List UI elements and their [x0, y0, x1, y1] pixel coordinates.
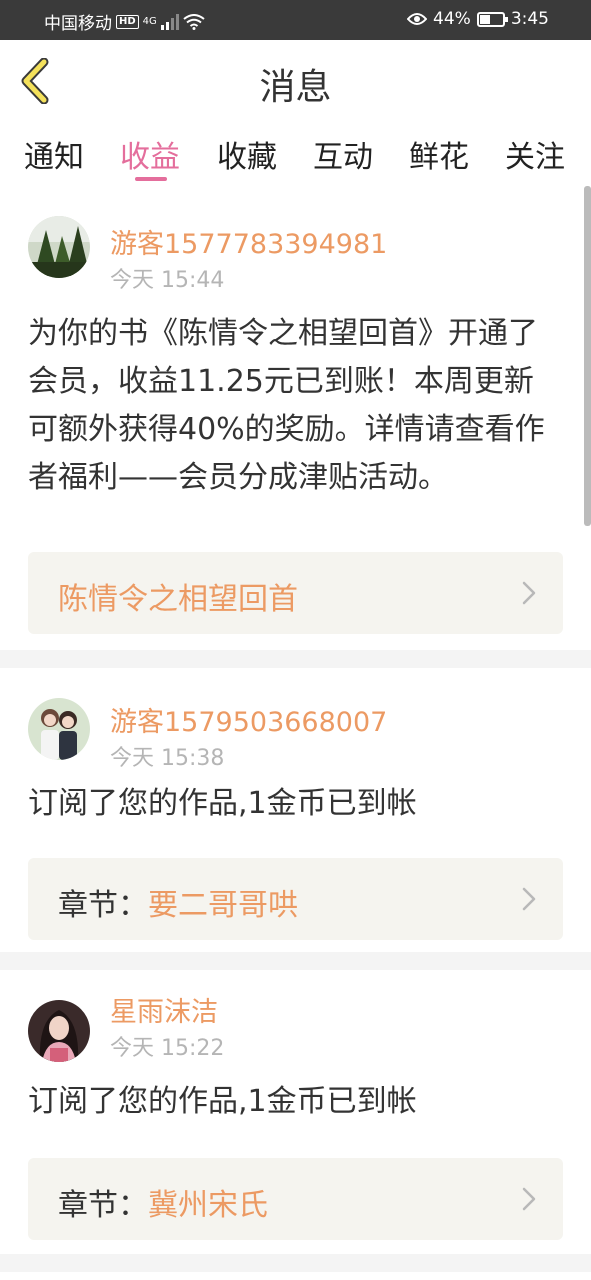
username[interactable]: 星雨沫洁: [110, 990, 218, 1029]
avatar[interactable]: [28, 216, 90, 278]
tab-bar: 通知 收益 收藏 互动 鲜花 关注: [0, 122, 591, 184]
hd-badge: HD: [116, 14, 139, 29]
status-right: 44% 3:45: [407, 9, 549, 29]
tab-earnings[interactable]: 收益: [120, 132, 180, 176]
network-label: 4G: [142, 16, 157, 27]
timestamp: 今天 15:22: [110, 1036, 225, 1061]
chapter-prefix: 章节：: [58, 888, 148, 923]
eye-comfort-icon: [407, 13, 428, 25]
chapter-link-text: 章节：要二哥哥哄: [58, 880, 298, 924]
signal-icon: [160, 13, 179, 30]
wifi-icon: [183, 13, 205, 30]
chapter-prefix: 章节：: [58, 1188, 148, 1223]
username[interactable]: 游客1579503668007: [110, 700, 387, 739]
tab-interactions[interactable]: 互动: [313, 132, 373, 176]
tab-notifications[interactable]: 通知: [24, 132, 84, 176]
status-bar: 中国移动 HD 4G 44% 3:45: [0, 0, 591, 40]
message-content: 订阅了您的作品,1金币已到帐: [28, 1084, 417, 1119]
avatar[interactable]: [28, 698, 90, 760]
message-card: 游客1577783394981 今天 15:44 为你的书《陈情令之相望回首》开…: [0, 186, 591, 650]
timestamp: 今天 15:44: [110, 268, 225, 293]
avatar-image: [28, 1000, 90, 1062]
chevron-right-icon: [522, 581, 536, 605]
message-card: 游客1579503668007 今天 15:38 订阅了您的作品,1金币已到帐 …: [0, 668, 591, 952]
divider: [0, 650, 591, 668]
avatar-image: [28, 698, 90, 760]
message-content: 为你的书《陈情令之相望回首》开通了会员，收益11.25元已到账！本周更新可额外获…: [28, 316, 545, 495]
chapter-title: 要二哥哥哄: [148, 888, 298, 923]
battery-fill: [479, 14, 490, 24]
page-title: 消息: [259, 67, 332, 108]
message-card: 星雨沫洁 今天 15:22 订阅了您的作品,1金币已到帐 章节：冀州宋氏: [0, 970, 591, 1254]
carrier-label: 中国移动: [44, 14, 112, 34]
divider: [0, 952, 591, 970]
book-link-text: 陈情令之相望回首: [58, 574, 298, 618]
book-title: 陈情令之相望回首: [58, 582, 298, 617]
battery-percent: 44%: [433, 9, 471, 29]
divider: [0, 1254, 591, 1272]
tab-follows[interactable]: 关注: [505, 132, 565, 176]
tab-flowers[interactable]: 鲜花: [409, 132, 469, 176]
chevron-right-icon: [522, 1187, 536, 1211]
chevron-right-icon: [522, 887, 536, 911]
header: 消息: [0, 40, 591, 120]
battery-icon: [476, 11, 508, 27]
status-left: 中国移动 HD 4G: [44, 9, 205, 34]
active-tab-indicator: [135, 177, 167, 181]
clock: 3:45: [510, 9, 549, 29]
chapter-link-text: 章节：冀州宋氏: [58, 1180, 268, 1224]
tab-favorites[interactable]: 收藏: [217, 132, 277, 176]
chapter-title: 冀州宋氏: [148, 1188, 268, 1223]
chapter-link[interactable]: 章节：冀州宋氏: [28, 1158, 563, 1240]
timestamp: 今天 15:38: [110, 746, 225, 771]
avatar-image: [28, 216, 90, 278]
scrollbar[interactable]: [584, 186, 591, 526]
book-link[interactable]: 陈情令之相望回首: [28, 552, 563, 634]
message-content: 订阅了您的作品,1金币已到帐: [28, 786, 417, 821]
username[interactable]: 游客1577783394981: [110, 222, 387, 261]
chapter-link[interactable]: 章节：要二哥哥哄: [28, 858, 563, 940]
avatar[interactable]: [28, 1000, 90, 1062]
